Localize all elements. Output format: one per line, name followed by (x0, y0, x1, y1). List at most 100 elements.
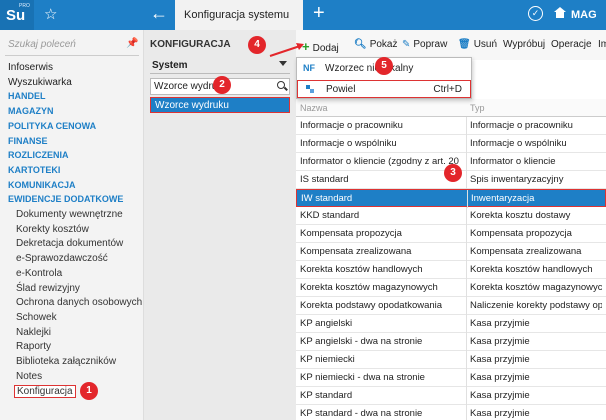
cell-name: IW standard (301, 193, 353, 204)
search-icon[interactable] (277, 81, 285, 89)
sidebar-item[interactable]: HANDEL (8, 91, 46, 101)
cell-type: Kasa przyjmie (470, 372, 530, 383)
cell-name: Informator o kliencie (zgodny z art. 20 … (300, 156, 462, 167)
cell-type: Korekta kosztu dostawy (470, 210, 571, 221)
cell-type: Naliczenie korekty podstawy opod. (470, 300, 602, 311)
cell-name: KP angielski - dwa na stronie (300, 336, 423, 347)
sidebar-item[interactable]: Schowek (16, 312, 57, 323)
column-separator (466, 171, 467, 189)
tab-title: Konfiguracja systemu (184, 9, 290, 21)
sidebar-item[interactable]: Dekretacja dokumentów (16, 238, 123, 249)
magnifier-icon: 🔍︎ (354, 39, 367, 50)
sidebar-item[interactable]: KOMUNIKACJA (8, 180, 76, 190)
cell-name: KP standard (300, 390, 353, 401)
cell-name: IS standard (300, 174, 349, 185)
column-separator (466, 117, 467, 135)
result-label: Wzorce wydruku (155, 100, 229, 111)
table-row[interactable]: KP standard Kasa przyjmie (296, 387, 606, 405)
sidebar-item[interactable]: e-Kontrola (16, 268, 62, 279)
sidebar-item[interactable]: Wyszukiwarka (8, 77, 72, 88)
show-button[interactable]: 🔍︎ Pokaż (354, 39, 398, 50)
step-badge-2: 2 (213, 76, 231, 94)
column-separator (466, 315, 467, 333)
cell-type: Kasa przyjmie (470, 390, 530, 401)
table-row[interactable]: KP niemiecki - dwa na stronie Kasa przyjm… (296, 369, 606, 387)
home-icon[interactable] (554, 7, 566, 19)
table-row[interactable]: Korekta kosztów magazynowych Korekta kosz… (296, 279, 606, 297)
table-row[interactable]: Kompensata zrealizowana Kompensata zreali… (296, 243, 606, 261)
cell-name: Kompensata propozycja (300, 228, 402, 239)
star-icon[interactable]: ☆ (44, 5, 57, 23)
cell-type: Korekta kosztów handlowych (470, 264, 593, 275)
cell-type: Korekta kosztów magazynowych (470, 282, 602, 293)
sidebar-item[interactable]: Biblioteka załączników (16, 356, 116, 367)
search-underline (5, 55, 139, 56)
check-circle-icon[interactable]: ✓ (528, 6, 543, 21)
sidebar-item[interactable]: Notes (16, 371, 42, 382)
sidebar-item[interactable]: Konfiguracja (14, 385, 76, 399)
table-row[interactable]: Informacje o pracowniku Informacje o prac… (296, 117, 606, 135)
duplicate-icon (306, 85, 314, 93)
search-value: Wzorce wydru (154, 81, 218, 92)
new-tab-plus-icon[interactable]: + (313, 2, 325, 25)
cell-name: KP niemiecki (300, 354, 355, 365)
column-separator (466, 207, 467, 225)
sidebar-item[interactable]: Ochrona danych osobowych (16, 297, 142, 308)
cell-type: Kasa przyjmie (470, 336, 530, 347)
sidebar-item[interactable]: Ślad rewizyjny (16, 283, 80, 294)
column-header-type[interactable]: Typ (470, 103, 485, 113)
user-label[interactable]: MAG (571, 9, 597, 21)
toolbar: + Dodaj 🔍︎ Pokaż ✎ Popraw 🗑︎ Usuń Wypróbuj O… (296, 30, 606, 60)
sidebar-item[interactable]: POLITYKA CENOWA (8, 121, 96, 131)
column-separator (466, 153, 467, 171)
more-button[interactable]: Im (598, 39, 606, 50)
table-row[interactable]: Informacje o wspólniku Informacje o wspól… (296, 135, 606, 153)
table-row[interactable]: Korekta podstawy opodatkowania Naliczenie… (296, 297, 606, 315)
table-row[interactable]: Korekta kosztów handlowych Korekta kosztó… (296, 261, 606, 279)
table-row[interactable]: KP angielski - dwa na stronie Kasa przyjm… (296, 333, 606, 351)
menu-item-label: Powiel (326, 84, 356, 95)
edit-button[interactable]: ✎ Popraw (402, 39, 447, 50)
sidebar-item[interactable]: KARTOTEKI (8, 165, 60, 175)
table-row[interactable]: Kompensata propozycja Kompensata propozyc… (296, 225, 606, 243)
cell-type: Informator o kliencie (470, 156, 556, 167)
table-row[interactable]: KP niemiecki Kasa przyjmie (296, 351, 606, 369)
table-row[interactable]: KP angielski Kasa przyjmie (296, 315, 606, 333)
logo-text: Su (6, 7, 26, 24)
try-button[interactable]: Wypróbuj (503, 39, 545, 50)
menu-item-powiel[interactable]: Powiel Ctrl+D (297, 80, 471, 98)
sidebar-search-input[interactable]: Szukaj poleceń (8, 39, 76, 50)
column-separator (466, 369, 467, 387)
table-row[interactable]: KP standard - dwa na stronie Kasa przyjmi… (296, 405, 606, 420)
column-header-name[interactable]: Nazwa (300, 103, 328, 113)
sidebar-item[interactable]: ROZLICZENIA (8, 150, 69, 160)
tab-konfiguracja[interactable]: Konfiguracja systemu (175, 0, 303, 30)
sidebar-item[interactable]: Raporty (16, 341, 51, 352)
sidebar-item[interactable]: e-Sprawozdawczość (16, 253, 108, 264)
sidebar-item[interactable]: Naklejki (16, 327, 51, 338)
sidebar-item[interactable]: EWIDENCJE DODATKOWE (8, 194, 123, 204)
back-arrow-icon[interactable]: ← (150, 3, 168, 24)
step-badge-1: 1 (80, 382, 98, 400)
sidebar-item[interactable]: Infoserwis (8, 62, 53, 73)
sidebar-item[interactable]: FINANSE (8, 136, 48, 146)
cell-type: Kasa przyjmie (470, 354, 530, 365)
sidebar: Szukaj poleceń 📌 Infoserwis Wyszukiwarka H… (0, 30, 144, 420)
app-logo[interactable]: Su PRO (0, 0, 34, 30)
table-row[interactable]: IW standard Inwentaryzacja (296, 189, 606, 208)
delete-button[interactable]: 🗑︎ Usuń (458, 39, 497, 50)
select-value: System (152, 60, 188, 71)
trash-icon: 🗑︎ (458, 39, 471, 50)
result-item-wzorce-wydruku[interactable]: Wzorce wydruku (150, 97, 290, 113)
table-row[interactable]: KKD standard Korekta kosztu dostawy (296, 207, 606, 225)
sidebar-item[interactable]: Dokumenty wewnętrzne (16, 209, 123, 220)
sidebar-item[interactable]: Korekty kosztów (16, 224, 89, 235)
column-separator (466, 261, 467, 279)
cell-type: Informacje o pracowniku (470, 120, 573, 131)
pin-icon[interactable]: 📌 (126, 38, 138, 49)
cell-name: KP angielski (300, 318, 353, 329)
cell-name: KP niemiecki - dwa na stronie (300, 372, 425, 383)
cell-type: Kasa przyjmie (470, 318, 530, 329)
operations-button[interactable]: Operacje (551, 39, 592, 50)
sidebar-item[interactable]: MAGAZYN (8, 106, 54, 116)
